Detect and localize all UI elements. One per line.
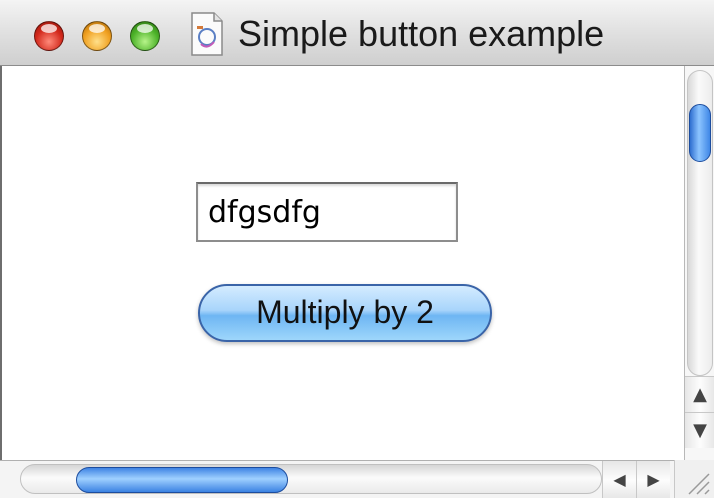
arrow-down-icon[interactable]: ▼ [685, 412, 714, 448]
zoom-button[interactable] [130, 21, 160, 51]
window-title: Simple button example [238, 13, 605, 54]
content-area: Multiply by 2 [0, 66, 684, 460]
close-button[interactable] [34, 21, 64, 51]
minimize-button[interactable] [82, 21, 112, 51]
vertical-scrollbar[interactable]: ▲ ▼ [684, 66, 714, 460]
arrow-left-icon[interactable]: ◀ [602, 461, 636, 498]
horizontal-scroll-thumb[interactable] [76, 467, 288, 493]
app-window: Simple button example Multiply by 2 ▲ ▼ … [0, 0, 714, 498]
document-icon [191, 12, 223, 56]
multiply-by-2-button[interactable]: Multiply by 2 [198, 284, 492, 342]
text-input[interactable] [196, 182, 458, 242]
arrow-up-icon[interactable]: ▲ [685, 376, 714, 412]
vertical-scroll-thumb[interactable] [689, 104, 711, 162]
resize-grip-icon[interactable] [674, 460, 714, 498]
arrow-right-icon[interactable]: ▶ [636, 461, 670, 498]
title-bar[interactable]: Simple button example [0, 0, 714, 66]
horizontal-scrollbar[interactable]: ◀ ▶ [0, 460, 714, 498]
